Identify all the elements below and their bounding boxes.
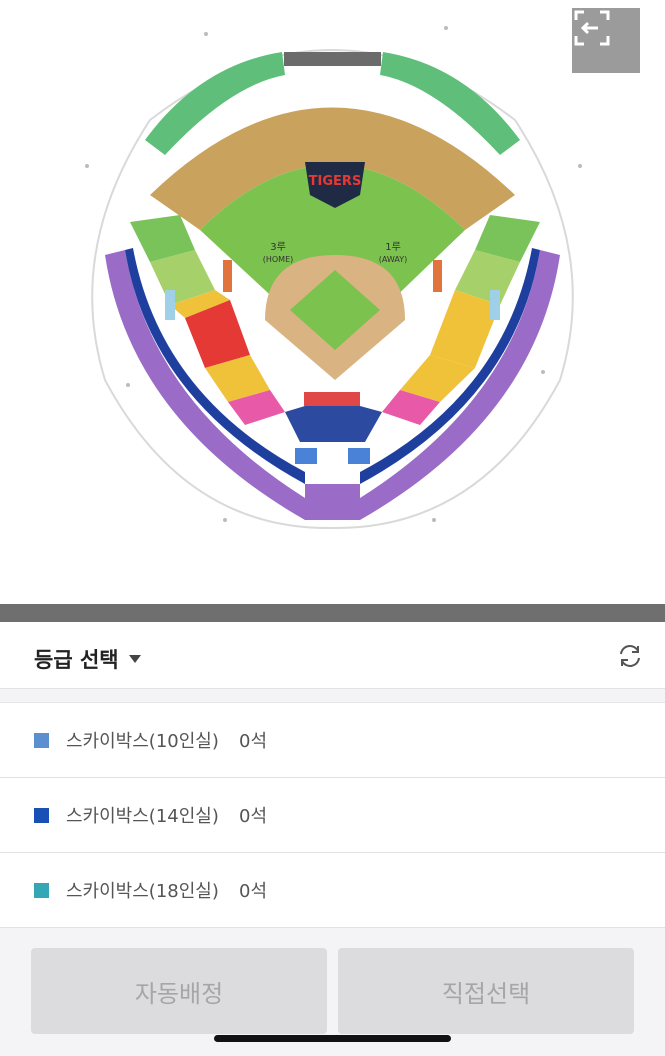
- surprise-zone-left[interactable]: [223, 260, 232, 292]
- gate-marker: [541, 370, 545, 374]
- first-base-sub: (AWAY): [379, 255, 408, 264]
- skybox-light-left[interactable]: [165, 290, 175, 320]
- gate-marker: [223, 518, 227, 522]
- first-base-label: 1루: [385, 241, 401, 253]
- scoreboard: [284, 52, 381, 66]
- grade-list: 스카이박스(10인실) 0석 스카이박스(14인실) 0석 스카이박스(18인실…: [0, 702, 665, 928]
- direct-select-button[interactable]: 직접선택: [338, 948, 634, 1034]
- caret-down-icon: [128, 655, 141, 663]
- grade-color-swatch: [34, 732, 49, 748]
- grade-name: 스카이박스(10인실): [66, 731, 219, 752]
- exit-fullscreen-button[interactable]: [572, 8, 640, 73]
- tigers-logo-text: TIGERS: [309, 174, 362, 189]
- grade-color-swatch: [34, 807, 49, 823]
- grade-seat-count: 0석: [239, 806, 268, 827]
- grade-select-dropdown[interactable]: 등급 선택: [34, 644, 141, 674]
- gate-marker: [432, 518, 436, 522]
- gate-marker: [204, 32, 208, 36]
- surprise-zone-right[interactable]: [433, 260, 442, 292]
- panel-divider: [0, 604, 665, 622]
- grade-row-skybox-10[interactable]: 스카이박스(10인실) 0석: [0, 703, 665, 778]
- skybox-bottom-left[interactable]: [295, 448, 317, 464]
- grade-row-skybox-14[interactable]: 스카이박스(14인실) 0석: [0, 778, 665, 853]
- stadium-seat-map[interactable]: TIGERS 3루 (HOME) 1루 (AWAY): [0, 0, 665, 604]
- gate-marker: [444, 26, 448, 30]
- grade-select-label: 등급 선택: [34, 648, 119, 672]
- exit-fullscreen-icon: [574, 10, 610, 46]
- third-base-sub: (HOME): [263, 255, 294, 264]
- outer-ring-bottom[interactable]: [305, 484, 360, 520]
- gate-marker: [578, 164, 582, 168]
- gate-marker: [85, 164, 89, 168]
- grade-header: 등급 선택: [0, 622, 665, 689]
- auto-assign-button[interactable]: 자동배정: [31, 948, 327, 1034]
- third-base-label: 3루: [270, 241, 286, 253]
- grade-name: 스카이박스(18인실): [66, 881, 219, 902]
- central-table-seats[interactable]: [285, 406, 382, 442]
- grade-name: 스카이박스(14인실): [66, 806, 219, 827]
- home-indicator[interactable]: [214, 1035, 451, 1042]
- grade-color-swatch: [34, 882, 49, 898]
- gate-marker: [126, 383, 130, 387]
- grade-seat-count: 0석: [239, 881, 268, 902]
- grade-seat-count: 0석: [239, 731, 268, 752]
- grade-panel: 등급 선택 스카이박스(10인실) 0석 스카이박스(14인실) 0석 스카이박…: [0, 622, 665, 1056]
- refresh-button[interactable]: [616, 642, 644, 670]
- refresh-icon: [620, 645, 640, 667]
- skybox-bottom-right[interactable]: [348, 448, 370, 464]
- stadium-map-graphic[interactable]: TIGERS 3루 (HOME) 1루 (AWAY): [0, 0, 665, 604]
- grade-row-skybox-18[interactable]: 스카이박스(18인실) 0석: [0, 853, 665, 928]
- champion-seats[interactable]: [304, 392, 360, 406]
- skybox-light-right[interactable]: [490, 290, 500, 320]
